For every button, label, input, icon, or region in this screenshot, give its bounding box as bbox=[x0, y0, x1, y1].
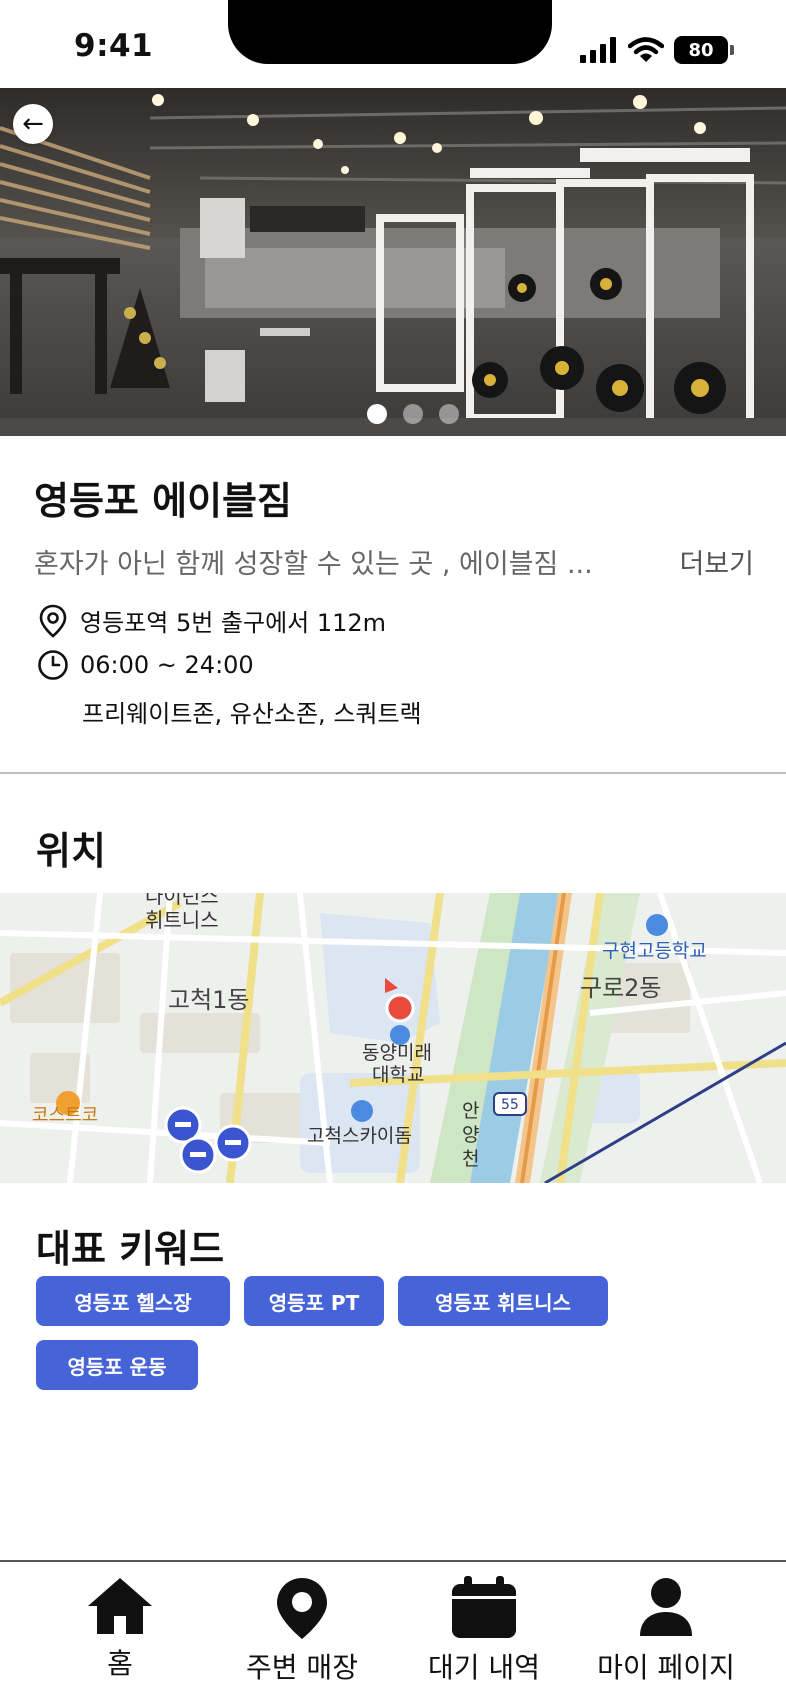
svg-text:55: 55 bbox=[501, 1097, 519, 1113]
gym-description: 혼자가 아닌 함께 성장할 수 있는 곳 , 에이블짐 ... bbox=[34, 549, 593, 580]
status-bar: 9:41 80 bbox=[0, 0, 786, 88]
tab-waitlist-label: 대기 내역 bbox=[428, 1651, 540, 1684]
person-icon bbox=[640, 1578, 692, 1636]
keywords-section-title: 대표 키워드 bbox=[36, 1227, 225, 1271]
tab-waitlist[interactable]: 대기 내역 bbox=[414, 1576, 554, 1686]
tab-nearby[interactable]: 주변 매장 bbox=[232, 1576, 372, 1686]
svg-text:양: 양 bbox=[462, 1124, 479, 1146]
tab-mypage-label: 마이 페이지 bbox=[597, 1651, 735, 1684]
tab-home-label: 홈 bbox=[107, 1647, 133, 1680]
svg-text:다이런스: 다이런스 bbox=[145, 893, 219, 908]
status-time: 9:41 bbox=[74, 28, 154, 64]
map-image: 다이런스 휘트니스 고척1동 동양미래 대학교 코스트코 고척스카이돔 안 양 … bbox=[0, 893, 786, 1183]
carousel-dot[interactable] bbox=[403, 404, 423, 424]
svg-text:고척1동: 고척1동 bbox=[168, 986, 250, 1014]
status-icons: 80 bbox=[580, 36, 734, 64]
facilities-text: 프리웨이트존, 유산소존, 스쿼트랙 bbox=[82, 700, 422, 728]
tab-nearby-label: 주변 매장 bbox=[246, 1651, 358, 1684]
arrow-left-icon: ← bbox=[22, 109, 44, 139]
clock-icon bbox=[36, 648, 70, 682]
svg-text:구로2동: 구로2동 bbox=[580, 974, 662, 1002]
gym-description-row: 혼자가 아닌 함께 성장할 수 있는 곳 , 에이블짐 ... 더보기 bbox=[34, 542, 754, 581]
location-pin-icon bbox=[36, 604, 70, 638]
hours-row: 06:00 ~ 24:00 bbox=[36, 648, 254, 682]
svg-text:휘트니스: 휘트니스 bbox=[145, 908, 219, 932]
facilities-row: 프리웨이트존, 유산소존, 스쿼트랙 bbox=[82, 694, 422, 729]
location-section-title: 위치 bbox=[36, 829, 106, 873]
carousel-indicator bbox=[0, 404, 786, 424]
svg-text:구현고등학교: 구현고등학교 bbox=[602, 940, 707, 962]
wifi-icon bbox=[628, 37, 664, 62]
location-map[interactable]: 다이런스 휘트니스 고척1동 동양미래 대학교 코스트코 고척스카이돔 안 양 … bbox=[0, 893, 786, 1183]
home-icon bbox=[88, 1578, 152, 1634]
carousel-dot[interactable] bbox=[367, 404, 387, 424]
keyword-chip[interactable]: 영등포 헬스장 bbox=[36, 1276, 230, 1326]
calendar-icon bbox=[452, 1576, 516, 1638]
more-button[interactable]: 더보기 bbox=[679, 542, 754, 581]
map-pin-icon bbox=[277, 1578, 327, 1639]
notch bbox=[228, 0, 552, 64]
svg-text:대학교: 대학교 bbox=[372, 1064, 424, 1086]
svg-text:코스트코: 코스트코 bbox=[32, 1105, 98, 1126]
tab-home[interactable]: 홈 bbox=[80, 1576, 160, 1682]
signal-icon bbox=[580, 37, 616, 63]
location-row: 영등포역 5번 출구에서 112m bbox=[36, 603, 386, 638]
back-button[interactable]: ← bbox=[13, 104, 53, 144]
section-divider bbox=[0, 772, 786, 774]
gym-name: 영등포 에이블짐 bbox=[34, 479, 292, 523]
svg-text:고척스카이돔: 고척스카이돔 bbox=[307, 1125, 412, 1147]
bottom-tab-bar: 홈 주변 매장 대기 내역 마이 페이지 bbox=[0, 1560, 786, 1704]
svg-text:동양미래: 동양미래 bbox=[362, 1042, 432, 1064]
svg-text:천: 천 bbox=[462, 1148, 479, 1170]
battery-icon: 80 bbox=[674, 36, 734, 64]
gym-photo-carousel[interactable]: ← bbox=[0, 88, 786, 436]
carousel-dot[interactable] bbox=[439, 404, 459, 424]
hours-text: 06:00 ~ 24:00 bbox=[80, 651, 254, 679]
gym-interior-photo bbox=[0, 88, 786, 436]
tab-mypage[interactable]: 마이 페이지 bbox=[588, 1576, 744, 1686]
battery-level: 80 bbox=[688, 39, 714, 61]
keyword-chip[interactable]: 영등포 PT bbox=[244, 1276, 384, 1326]
location-text: 영등포역 5번 출구에서 112m bbox=[80, 609, 387, 637]
keyword-chip[interactable]: 영등포 휘트니스 bbox=[398, 1276, 608, 1326]
svg-text:안: 안 bbox=[462, 1100, 479, 1122]
keyword-chip[interactable]: 영등포 운동 bbox=[36, 1340, 198, 1390]
